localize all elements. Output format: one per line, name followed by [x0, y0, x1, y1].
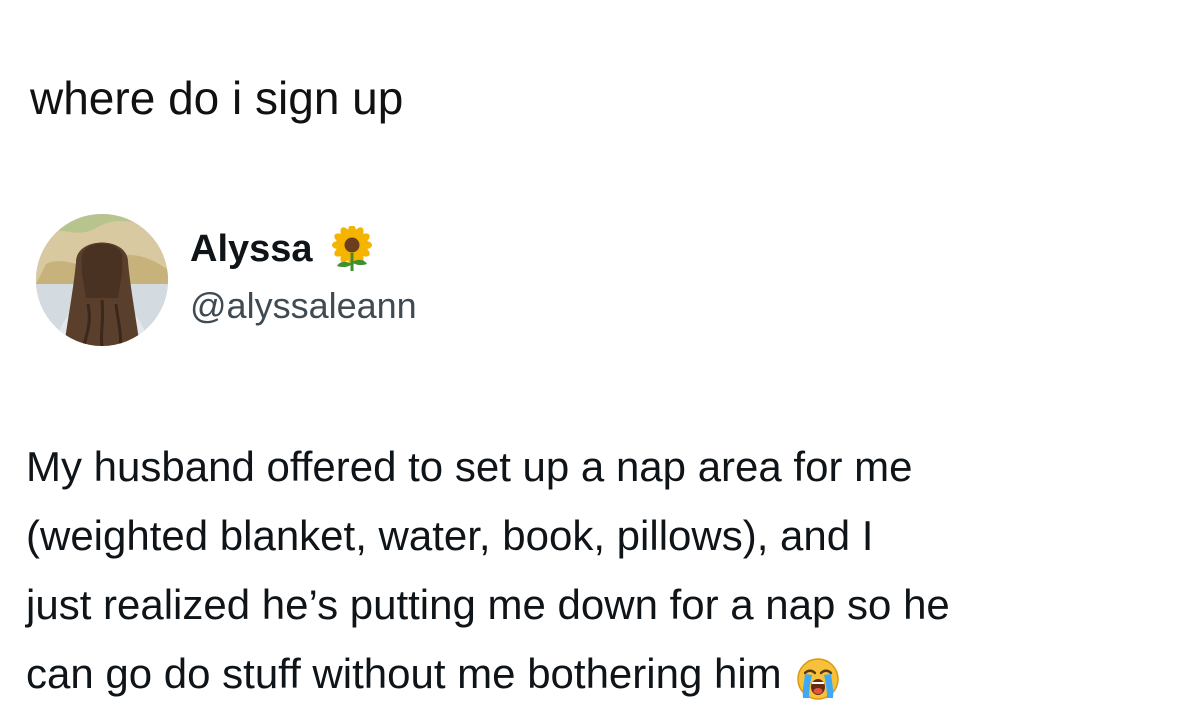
tweet-body-line-text: just realized he’s putting me down for a…	[26, 581, 950, 628]
tweet-body: My husband offered to set up a nap area …	[26, 432, 1186, 708]
tweet-body-line-text: (weighted blanket, water, book, pillows)…	[26, 512, 874, 559]
tweet-body-line: (weighted blanket, water, book, pillows)…	[26, 501, 1186, 570]
sunflower-icon	[329, 225, 375, 272]
avatar[interactable]	[36, 214, 168, 346]
avatar-image	[36, 214, 168, 346]
loudly-crying-face-icon	[796, 652, 840, 700]
tweet-body-line: can go do stuff without me bothering him	[26, 639, 1186, 708]
tweet-card: Alyssa @alyssaleann My husband offered t…	[0, 0, 1200, 723]
author-handle[interactable]: @alyssaleann	[190, 284, 417, 328]
author-display-name[interactable]: Alyssa	[190, 226, 313, 272]
tweet-body-line: My husband offered to set up a nap area …	[26, 432, 1186, 501]
tweet-body-line: just realized he’s putting me down for a…	[26, 570, 1186, 639]
tweet-body-line-text: can go do stuff without me bothering him	[26, 650, 782, 697]
tweet-body-line-text: My husband offered to set up a nap area …	[26, 443, 913, 490]
author-name-row: Alyssa	[190, 225, 375, 272]
